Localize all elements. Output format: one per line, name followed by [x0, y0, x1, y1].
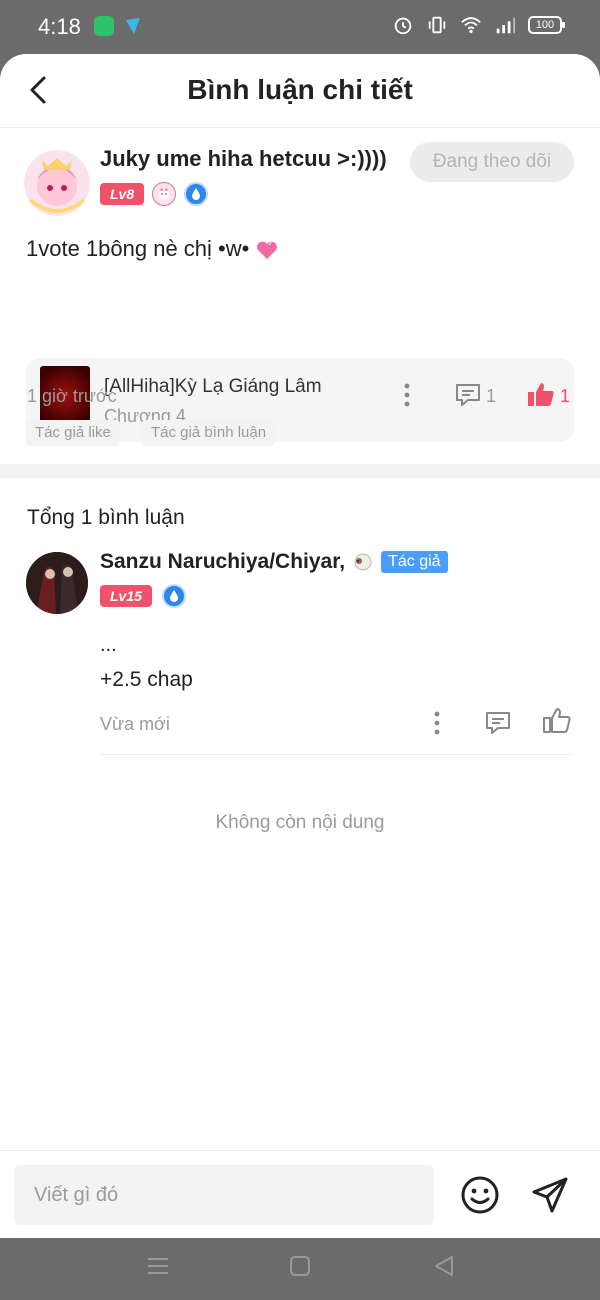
- following-button[interactable]: Đang theo dõi: [410, 142, 574, 182]
- comment-time: 1 giờ trước: [27, 386, 117, 406]
- vibrate-icon: [428, 16, 446, 34]
- user-badges: Lv15: [100, 584, 186, 608]
- verified-drop-icon: [161, 584, 186, 608]
- tag-author-liked: Tác giả like: [26, 420, 120, 446]
- verified-drop-icon: [184, 182, 209, 206]
- home-icon[interactable]: [286, 1252, 314, 1280]
- back-icon[interactable]: [430, 1252, 458, 1280]
- tag-author-replied: Tác giả bình luận: [142, 420, 276, 446]
- wifi-icon: [461, 17, 481, 34]
- author-badge: Tác giả: [381, 551, 448, 573]
- comment-composer: [0, 1150, 600, 1238]
- battery-icon: 100: [528, 16, 565, 34]
- section-divider: [0, 464, 600, 478]
- page-title: Bình luận chi tiết: [187, 74, 413, 105]
- alarm-icon: [394, 17, 412, 35]
- reply-time: Vừa mới: [100, 714, 170, 734]
- avatar[interactable]: [26, 552, 88, 614]
- sparkling-heart-icon: [257, 241, 278, 260]
- comment-input[interactable]: [14, 1165, 434, 1225]
- more-options-icon[interactable]: [398, 382, 416, 408]
- app-notification-icon-2: [126, 18, 140, 34]
- level-badge: Lv15: [100, 585, 152, 607]
- send-icon[interactable]: [530, 1175, 570, 1215]
- reply-text-line-1: ...: [100, 634, 117, 656]
- signal-icon: [496, 17, 516, 34]
- more-options-icon[interactable]: [428, 710, 446, 736]
- reply-divider: [100, 754, 574, 755]
- main-comment: Juky ume hiha hetcuu >:)))) Đang theo dõ…: [0, 128, 600, 466]
- like-count: 1: [560, 386, 571, 406]
- replies-total: Tổng 1 bình luận: [27, 506, 185, 529]
- avatar-image: [26, 552, 88, 614]
- comment-detail-sheet: Bình luận chi tiết Juky ume hiha hetcuu …: [0, 54, 600, 1238]
- reply-text-line-2: +2.5 chap: [100, 668, 193, 691]
- comment-text: 1vote 1bông nè chị •w•: [26, 236, 279, 262]
- like-icon[interactable]: [542, 706, 572, 734]
- emoji-icon[interactable]: [460, 1175, 500, 1215]
- comment-icon[interactable]: [484, 710, 512, 736]
- status-bar: 4:18 100: [0, 0, 600, 54]
- story-title: [AllHiha]Kỳ Lạ Giáng Lâm: [104, 376, 322, 397]
- like-icon[interactable]: [526, 380, 556, 408]
- avatar-frame-badge-icon: [152, 182, 177, 206]
- avatar[interactable]: [24, 150, 90, 216]
- comment-icon[interactable]: [454, 382, 482, 408]
- reply-username-row: Sanzu Naruchiya/Chiyar, Tác giả: [100, 550, 448, 574]
- top-bar: Bình luận chi tiết: [0, 54, 600, 128]
- username[interactable]: Juky ume hiha hetcuu >:)))): [100, 146, 387, 172]
- app-notification-icon: [94, 16, 114, 36]
- avatar-image: [24, 150, 90, 216]
- level-badge: Lv8: [100, 183, 145, 205]
- end-of-list-label: Không còn nội dung: [215, 812, 385, 833]
- comment-count: 1: [486, 386, 497, 406]
- status-time: 4:18: [38, 14, 81, 39]
- sheep-emoji-icon: [354, 553, 372, 571]
- user-badges: Lv8: [100, 182, 209, 206]
- menu-icon[interactable]: [144, 1252, 172, 1280]
- system-nav-bar: [0, 1238, 600, 1300]
- username[interactable]: Sanzu Naruchiya/Chiyar,: [100, 550, 345, 574]
